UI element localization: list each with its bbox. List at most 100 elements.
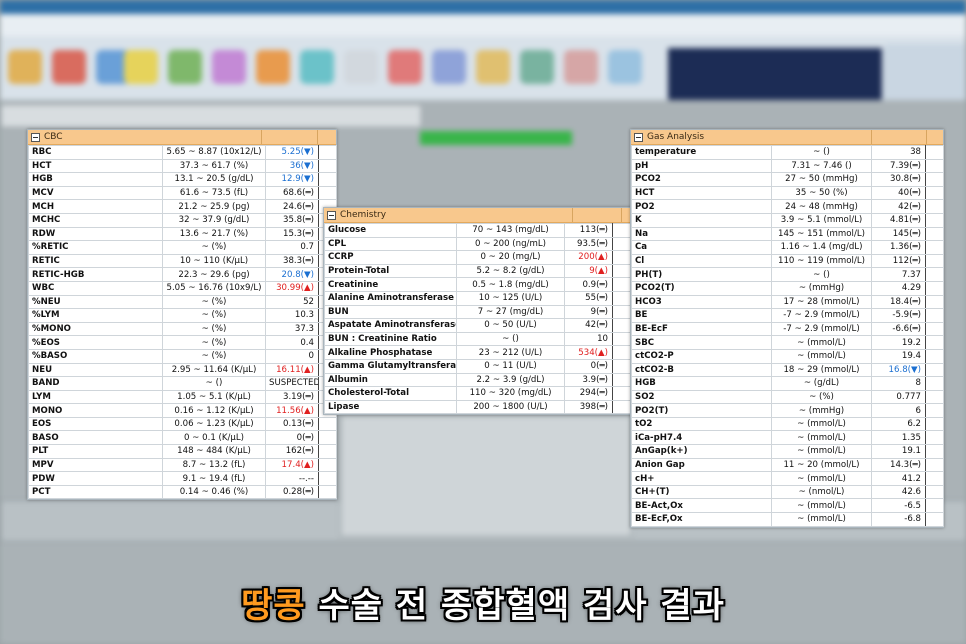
test-result: 8 — [871, 376, 926, 391]
table-row[interactable]: Cholesterol-Total 110 ~ 320 (mg/dL) 294(═) — [324, 386, 633, 401]
table-row[interactable]: CH+(T) ~ (nmol/L) 42.6 — [631, 484, 944, 500]
table-row[interactable]: MPV 8.7 ~ 13.2 (fL) 17.4(▲) — [28, 457, 337, 473]
test-result: 19.1 — [871, 444, 926, 459]
empty-cell — [925, 512, 944, 527]
table-row[interactable]: ctCO2-P ~ (mmol/L) 19.4 — [631, 348, 944, 364]
table-row[interactable]: BE-EcF -7 ~ 2.9 (mmol/L) -6.6(═) — [631, 321, 944, 337]
test-result: 5.25(▼) — [265, 145, 319, 160]
reference-range: 200 ~ 1800 (U/L) — [456, 399, 565, 415]
table-row[interactable]: PO2(T) ~ (mmHg) 6 — [631, 403, 944, 418]
test-result: 38 — [871, 145, 926, 160]
empty-cell — [925, 403, 944, 418]
table-row[interactable]: HCO3 17 ~ 28 (mmol/L) 18.4(═) — [631, 294, 944, 310]
reference-range: -7 ~ 2.9 (mmol/L) — [771, 308, 872, 323]
table-row[interactable]: Aspatate Aminotransferase 0 ~ 50 (U/L) 42(… — [324, 318, 633, 333]
table-row[interactable]: Cl 110 ~ 119 (mmol/L) 112(═) — [631, 253, 944, 269]
table-row[interactable]: pH 7.31 ~ 7.46 () 7.39(═) — [631, 158, 944, 174]
table-row[interactable]: ctCO2-B 18 ~ 29 (mmol/L) 16.8(▼) — [631, 362, 944, 378]
table-row[interactable]: PCO2 27 ~ 50 (mmHg) 30.8(═) — [631, 172, 944, 187]
table-row[interactable]: BE-Act,Ox ~ (mmol/L) -6.5 — [631, 498, 944, 514]
table-row[interactable]: Na 145 ~ 151 (mmol/L) 145(═) — [631, 226, 944, 242]
empty-cell — [925, 362, 944, 378]
table-row[interactable]: BUN 7 ~ 27 (mg/dL) 9(═) — [324, 304, 633, 320]
table-row[interactable]: BASO 0 ~ 0.1 (K/μL) 0(═) — [28, 430, 337, 446]
table-row[interactable]: %BASO ~ (%) 0 — [28, 348, 337, 364]
reference-range: 2.95 ~ 11.64 (K/μL) — [162, 362, 266, 378]
test-name: Glucose — [324, 223, 457, 238]
table-row[interactable]: HGB ~ (g/dL) 8 — [631, 376, 944, 391]
table-row[interactable]: Albumin 2.2 ~ 3.9 (g/dL) 3.9(═) — [324, 372, 633, 388]
reference-range: 13.1 ~ 20.5 (g/dL) — [162, 172, 266, 187]
table-row[interactable]: iCa-pH7.4 ~ (mmol/L) 1.35 — [631, 430, 944, 446]
table-row[interactable]: %LYM ~ (%) 10.3 — [28, 308, 337, 323]
table-row[interactable]: PDW 9.1 ~ 19.4 (fL) --.-- — [28, 471, 337, 486]
table-row[interactable]: CCRP 0 ~ 20 (mg/L) 200(▲) — [324, 250, 633, 265]
table-row[interactable]: %EOS ~ (%) 0.4 — [28, 335, 337, 350]
test-name: BE-EcF,Ox — [631, 512, 772, 527]
reference-range: 7 ~ 27 (mg/dL) — [456, 304, 565, 320]
table-row[interactable]: CPL 0 ~ 200 (ng/mL) 93.5(═) — [324, 236, 633, 252]
test-name: WBC — [28, 280, 163, 296]
collapse-toggle-icon[interactable] — [634, 132, 643, 142]
table-row[interactable]: MONO 0.16 ~ 1.12 (K/μL) 11.56(▲) — [28, 403, 337, 418]
table-row[interactable]: EOS 0.06 ~ 1.23 (K/μL) 0.13(═) — [28, 416, 337, 432]
test-name: RETIC-HGB — [28, 267, 163, 282]
table-row[interactable]: PH(T) ~ () 7.37 — [631, 267, 944, 282]
table-row[interactable]: WBC 5.05 ~ 16.76 (10x9/L) 30.99(▲) — [28, 280, 337, 296]
table-row[interactable]: BAND ~ () SUSPECTED — [28, 376, 337, 391]
table-row[interactable]: BE -7 ~ 2.9 (mmol/L) -5.9(═) — [631, 308, 944, 323]
table-row[interactable]: HCT 37.3 ~ 61.7 (%) 36(▼) — [28, 158, 337, 174]
table-row[interactable]: NEU 2.95 ~ 11.64 (K/μL) 16.11(▲) — [28, 362, 337, 378]
table-row[interactable]: temperature ~ () 38 — [631, 145, 944, 160]
table-row[interactable]: K 3.9 ~ 5.1 (mmol/L) 4.81(═) — [631, 212, 944, 228]
reference-range: 17 ~ 28 (mmol/L) — [771, 294, 872, 310]
gas-analysis-table: temperature ~ () 38 pH 7.31 ~ 7.46 () 7.39(═)… — [631, 145, 944, 527]
table-row[interactable]: RETIC-HGB 22.3 ~ 29.6 (pg) 20.8(▼) — [28, 267, 337, 282]
table-row[interactable]: MCV 61.6 ~ 73.5 (fL) 68.6(═) — [28, 185, 337, 201]
table-row[interactable]: MCH 21.2 ~ 25.9 (pg) 24.6(═) — [28, 199, 337, 214]
table-row[interactable]: cH+ ~ (mmol/L) 41.2 — [631, 471, 944, 486]
reference-range: ~ () — [771, 145, 872, 160]
table-row[interactable]: MCHC 32 ~ 37.9 (g/dL) 35.8(═) — [28, 212, 337, 228]
table-row[interactable]: BUN : Creatinine Ratio ~ () 10 — [324, 331, 633, 347]
table-row[interactable]: RETIC 10 ~ 110 (K/μL) 38.3(═) — [28, 253, 337, 269]
empty-cell — [925, 253, 944, 269]
table-row[interactable]: HGB 13.1 ~ 20.5 (g/dL) 12.9(▼) — [28, 172, 337, 187]
table-row[interactable]: %MONO ~ (%) 37.3 — [28, 321, 337, 337]
chemistry-panel: Chemistry Glucose 70 ~ 143 (mg/dL) 113(═) C… — [323, 207, 633, 416]
reference-range: ~ (%) — [162, 348, 266, 364]
table-row[interactable]: %RETIC ~ (%) 0.7 — [28, 240, 337, 255]
table-row[interactable]: SO2 ~ (%) 0.777 — [631, 389, 944, 405]
table-row[interactable]: Alkaline Phosphatase 23 ~ 212 (U/L) 534(▲) — [324, 345, 633, 360]
table-row[interactable]: Glucose 70 ~ 143 (mg/dL) 113(═) — [324, 223, 633, 238]
table-row[interactable]: PLT 148 ~ 484 (K/μL) 162(═) — [28, 444, 337, 459]
reference-range: -7 ~ 2.9 (mmol/L) — [771, 321, 872, 337]
table-row[interactable]: Gamma Glutamyltransferase 0 ~ 11 (U/L) 0(═… — [324, 358, 633, 374]
empty-cell — [925, 335, 944, 350]
table-row[interactable]: PCT 0.14 ~ 0.46 (%) 0.28(═) — [28, 484, 337, 500]
table-row[interactable]: tO2 ~ (mmol/L) 6.2 — [631, 416, 944, 432]
table-row[interactable]: Lipase 200 ~ 1800 (U/L) 398(═) — [324, 399, 633, 415]
table-row[interactable]: LYM 1.05 ~ 5.1 (K/μL) 3.19(═) — [28, 389, 337, 405]
reference-range: ~ (mmHg) — [771, 280, 872, 296]
table-row[interactable]: RDW 13.6 ~ 21.7 (%) 15.3(═) — [28, 226, 337, 242]
test-result: 10.3 — [265, 308, 319, 323]
test-name: HGB — [28, 172, 163, 187]
table-row[interactable]: HCT 35 ~ 50 (%) 40(═) — [631, 185, 944, 201]
table-row[interactable]: SBC ~ (mmol/L) 19.2 — [631, 335, 944, 350]
table-row[interactable]: %NEU ~ (%) 52 — [28, 294, 337, 310]
table-row[interactable]: AnGap(k+) ~ (mmol/L) 19.1 — [631, 444, 944, 459]
table-row[interactable]: PO2 24 ~ 48 (mmHg) 42(═) — [631, 199, 944, 214]
test-result: 9(═) — [564, 304, 613, 320]
table-row[interactable]: Anion Gap 11 ~ 20 (mmol/L) 14.3(═) — [631, 457, 944, 473]
table-row[interactable]: Ca 1.16 ~ 1.4 (mg/dL) 1.36(═) — [631, 240, 944, 255]
table-row[interactable]: Creatinine 0.5 ~ 1.8 (mg/dL) 0.9(═) — [324, 277, 633, 292]
test-result: 42(═) — [871, 199, 926, 214]
collapse-toggle-icon[interactable] — [327, 210, 336, 220]
table-row[interactable]: RBC 5.65 ~ 8.87 (10x12/L) 5.25(▼) — [28, 145, 337, 160]
collapse-toggle-icon[interactable] — [31, 132, 40, 142]
table-row[interactable]: BE-EcF,Ox ~ (mmol/L) -6.8 — [631, 512, 944, 527]
table-row[interactable]: PCO2(T) ~ (mmHg) 4.29 — [631, 280, 944, 296]
table-row[interactable]: Protein-Total 5.2 ~ 8.2 (g/dL) 9(▲) — [324, 263, 633, 279]
table-row[interactable]: Alanine Aminotransferase 10 ~ 125 (U/L) 55… — [324, 290, 633, 306]
